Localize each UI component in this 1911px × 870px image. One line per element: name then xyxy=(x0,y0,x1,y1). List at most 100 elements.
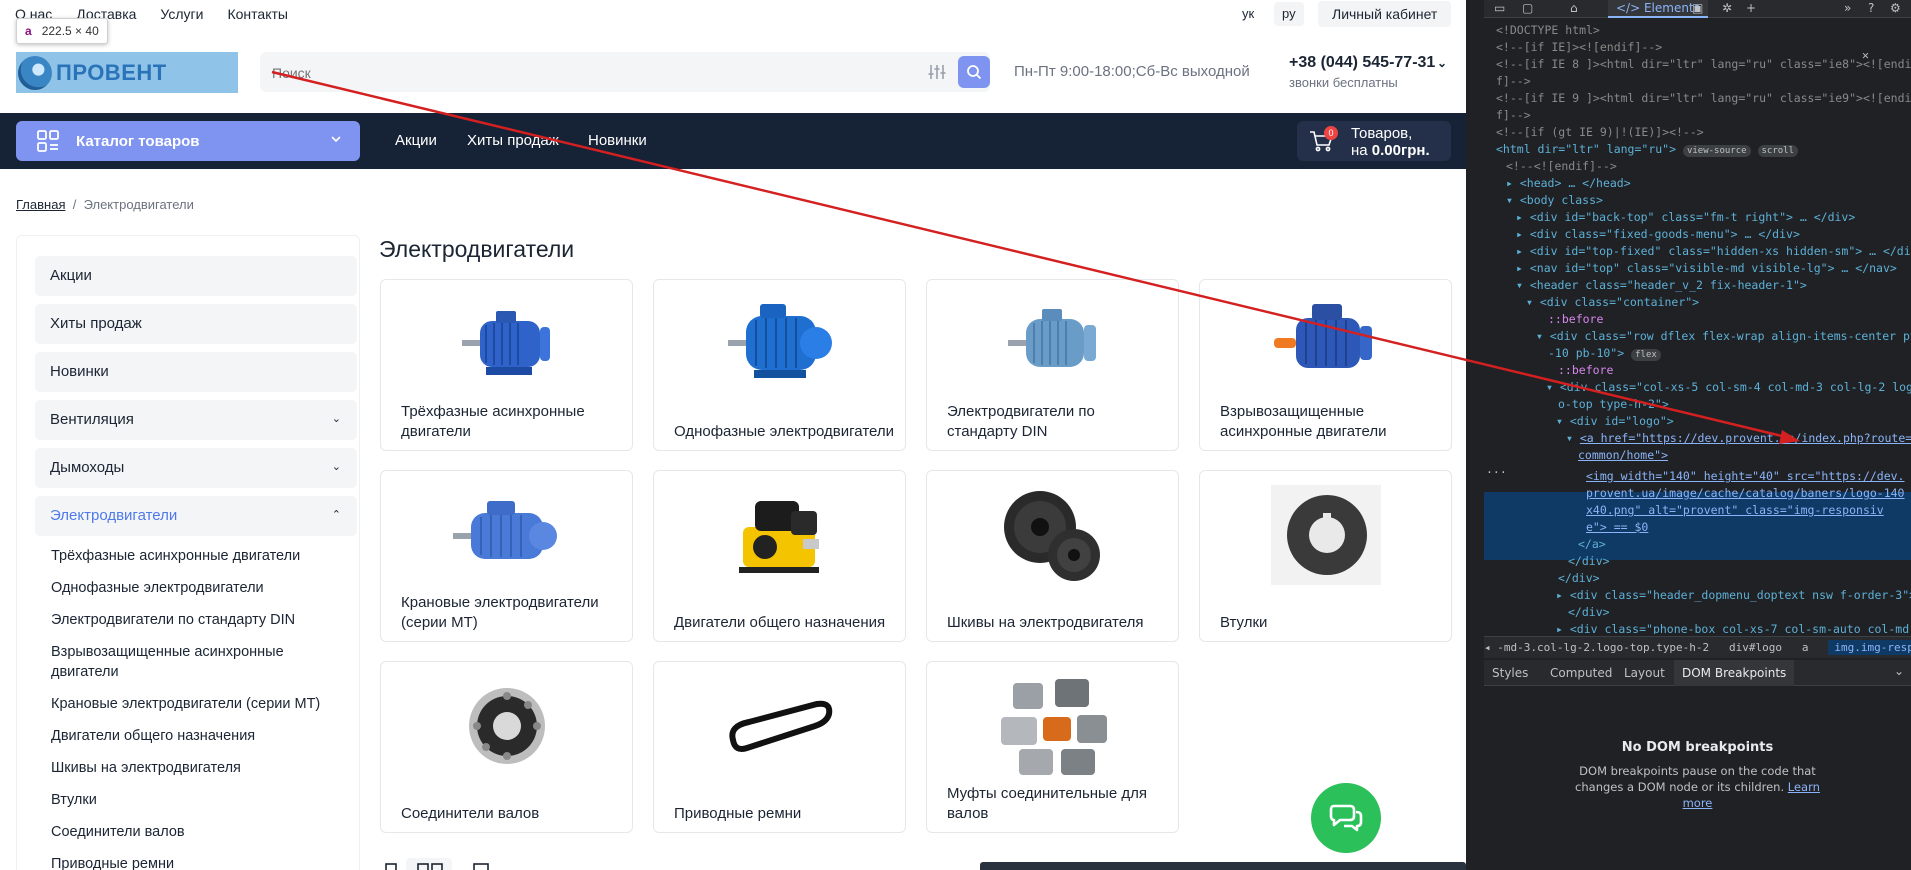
devtools-crumb[interactable]: div#logo xyxy=(1729,641,1782,654)
dom-line[interactable]: f]--> xyxy=(1496,107,1531,124)
chevron-down-icon[interactable]: ⌄ xyxy=(1437,56,1447,70)
dom-line[interactable]: <!--[if IE]><![endif]--> xyxy=(1496,39,1662,56)
dom-line[interactable]: f]--> xyxy=(1496,73,1531,90)
dom-line-selected[interactable]: provent.ua/image/cache/catalog/baners/lo… xyxy=(1586,485,1905,502)
sidebar-subitem[interactable]: Трёхфазные асинхронные двигатели xyxy=(51,546,351,566)
bug-icon[interactable]: ✲ xyxy=(1722,1,1736,15)
chat-button[interactable] xyxy=(1311,783,1381,853)
dom-line[interactable]: ▸ <div class="header_dopmenu_doptext nsw… xyxy=(1556,587,1911,604)
inspect-icon[interactable]: ▢ xyxy=(1522,1,1536,15)
tab-styles[interactable]: Styles xyxy=(1492,666,1528,680)
sidebar-subitem[interactable]: Соединители валов xyxy=(51,822,351,842)
category-card[interactable]: Шкивы на электродвигателя xyxy=(926,470,1179,642)
personal-cabinet-button[interactable]: Личный кабинет xyxy=(1318,1,1452,27)
sidebar-item-electric-motors[interactable]: Электродвигатели ⌃ xyxy=(35,496,357,536)
dom-line[interactable]: </a> xyxy=(1578,536,1606,553)
dom-line[interactable]: ::before xyxy=(1558,362,1613,379)
sidebar-subitem[interactable]: Электродвигатели по стандарту DIN xyxy=(51,610,351,630)
lang-uk-button[interactable]: ук xyxy=(1234,2,1262,26)
more-tabs-icon[interactable]: » xyxy=(1844,1,1858,15)
scroll-badge[interactable]: scroll xyxy=(1757,145,1799,157)
nav-item-bestsellers[interactable]: Хиты продаж xyxy=(467,132,559,149)
dom-line[interactable]: ::before xyxy=(1548,311,1603,328)
tab-computed[interactable]: Computed xyxy=(1550,666,1612,680)
flex-badge[interactable]: flex xyxy=(1631,349,1661,361)
sidebar-subitem[interactable]: Шкивы на электродвигателя xyxy=(51,758,351,778)
top-link-contacts[interactable]: Контакты xyxy=(227,6,287,22)
dom-line-selected[interactable]: <img width="140" height="40" src="https:… xyxy=(1586,468,1905,485)
search-button[interactable] xyxy=(958,56,990,88)
sidebar-item-ventilation[interactable]: Вентиляция ⌄ xyxy=(35,400,357,440)
nav-item-new[interactable]: Новинки xyxy=(588,132,647,149)
dom-line[interactable]: ▾ <header class="header_v_2 fix-header-1… xyxy=(1516,277,1807,294)
dom-line[interactable]: ▾ <div class="container"> xyxy=(1526,294,1699,311)
dom-line[interactable]: <html dir="ltr" lang="ru"> view-source s… xyxy=(1496,141,1799,158)
chevron-down-icon[interactable]: ⌄ xyxy=(1894,664,1904,678)
filter-sliders-icon[interactable] xyxy=(927,62,947,82)
sidebar-subitem[interactable]: Крановые электродвигатели (серии MT) xyxy=(51,694,351,714)
category-card[interactable]: Муфты соединительные для валов xyxy=(926,661,1179,833)
dom-line[interactable]: ▸ <nav id="top" class="visible-md visibl… xyxy=(1516,260,1897,277)
dom-line[interactable]: </div> xyxy=(1568,604,1610,621)
add-tab-icon[interactable]: + xyxy=(1746,1,1760,15)
breadcrumb-home[interactable]: Главная xyxy=(16,197,65,212)
site-logo[interactable]: ПРОВЕНТ xyxy=(16,52,238,93)
devtools-crumb-current[interactable]: img.img-responsive xyxy=(1828,640,1911,655)
dom-line[interactable]: o-top type-h-2"> xyxy=(1558,396,1669,413)
device-toolbar-icon[interactable]: ▭ xyxy=(1494,1,1508,15)
devtools-crumb[interactable]: -md-3.col-lg-2.logo-top.type-h-2 xyxy=(1497,641,1709,654)
view-source-badge[interactable]: view-source xyxy=(1682,145,1751,157)
category-card[interactable]: Двигатели общего назначения xyxy=(653,470,906,642)
sidebar-subitem[interactable]: Взрывозащищенные асинхронные двигатели xyxy=(51,642,351,682)
help-icon[interactable]: ? xyxy=(1868,1,1882,15)
category-card[interactable]: Втулки xyxy=(1199,470,1452,642)
sidebar-subitem[interactable]: Втулки xyxy=(51,790,351,810)
category-card[interactable]: Крановые электродвигатели (серии MT) xyxy=(380,470,633,642)
dom-line-selected[interactable]: x40.png" alt="provent" class="img-respon… xyxy=(1586,502,1884,519)
dom-line[interactable]: ▾ <div id="logo"> xyxy=(1556,413,1674,430)
category-card[interactable]: Приводные ремни xyxy=(653,661,906,833)
tab-layout[interactable]: Layout xyxy=(1624,666,1665,680)
sidebar-item-sales[interactable]: Акции xyxy=(35,256,357,296)
more-actions-icon[interactable]: ··· xyxy=(1486,464,1507,481)
category-card[interactable]: Соединители валов xyxy=(380,661,633,833)
dom-line[interactable]: ▾ <div class="row dflex flex-wrap align-… xyxy=(1536,328,1911,345)
sidebar-subitem[interactable]: Однофазные электродвигатели xyxy=(51,578,351,598)
dom-line[interactable]: <!DOCTYPE html> xyxy=(1496,22,1600,39)
view-mode-toggles[interactable] xyxy=(380,858,560,870)
sidebar-item-chimneys[interactable]: Дымоходы ⌄ xyxy=(35,448,357,488)
search-input[interactable] xyxy=(272,62,892,84)
sidebar-item-new[interactable]: Новинки xyxy=(35,352,357,392)
sidebar-item-bestsellers[interactable]: Хиты продаж xyxy=(35,304,357,344)
phone-number[interactable]: +38 (044) 545-77-31 ⌄ xyxy=(1289,54,1447,72)
top-link-services[interactable]: Услуги xyxy=(160,6,203,22)
category-card[interactable]: Взрывозащищенные асинхронные двигатели xyxy=(1199,279,1452,451)
dom-line[interactable]: ▸ <div class="fixed-goods-menu"> … </div… xyxy=(1516,226,1800,243)
dom-line[interactable]: </div> xyxy=(1568,553,1610,570)
dom-line[interactable]: ▾ <a href="https://dev.provent.ua/index.… xyxy=(1566,430,1911,447)
dom-line[interactable]: </div> xyxy=(1558,570,1600,587)
dom-line[interactable]: ▸ <head> … </head> xyxy=(1506,175,1631,192)
dom-line[interactable]: <!--<![endif]--> xyxy=(1506,158,1617,175)
lang-ru-button[interactable]: ру xyxy=(1274,2,1304,26)
console-icon[interactable]: ▣ xyxy=(1692,1,1706,15)
settings-gear-icon[interactable]: ⚙ xyxy=(1890,1,1904,15)
dom-line[interactable]: -10 pb-10"> flex xyxy=(1548,345,1661,362)
dom-line[interactable]: common/home"> xyxy=(1578,447,1668,464)
dom-line-selected[interactable]: e"> == $0 xyxy=(1586,519,1648,536)
sidebar-subitem[interactable]: Приводные ремни xyxy=(51,854,351,870)
sidebar-subitem[interactable]: Двигатели общего назначения xyxy=(51,726,351,746)
nav-item-sales[interactable]: Акции xyxy=(395,132,437,149)
devtools-crumb[interactable]: a xyxy=(1802,641,1809,654)
dom-line[interactable]: <!--[if (gt IE 9)|!(IE)]><!--> xyxy=(1496,124,1704,141)
tab-dom-breakpoints[interactable]: DOM Breakpoints xyxy=(1674,660,1795,686)
category-card[interactable]: Трёхфазные асинхронные двигатели xyxy=(380,279,633,451)
dom-line[interactable]: ▸ <div id="top-fixed" class="hidden-xs h… xyxy=(1516,243,1911,260)
dom-line[interactable]: ▸ <div class="phone-box col-xs-7 col-sm-… xyxy=(1556,621,1911,634)
dom-line[interactable]: ▾ <body class> xyxy=(1506,192,1603,209)
category-card[interactable]: Электродвигатели по стандарту DIN xyxy=(926,279,1179,451)
dom-line[interactable]: <!--[if IE 9 ]><html dir="ltr" lang="ru"… xyxy=(1496,90,1911,107)
home-icon[interactable]: ⌂ xyxy=(1570,1,1584,15)
catalog-button[interactable]: Каталог товаров xyxy=(16,121,360,161)
dom-line[interactable]: <!--[if IE 8 ]><html dir="ltr" lang="ru"… xyxy=(1496,56,1911,73)
